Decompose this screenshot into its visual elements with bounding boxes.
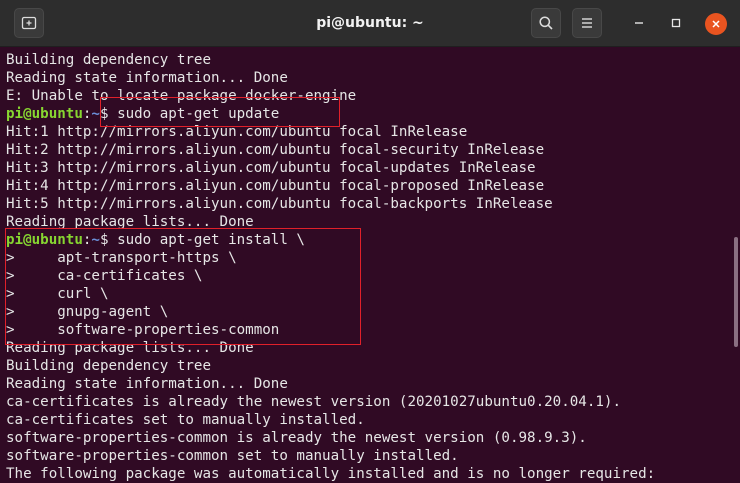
prompt-symbol: $	[99, 106, 118, 122]
search-button[interactable]	[531, 8, 561, 38]
new-tab-icon	[21, 16, 37, 30]
output-line: ca-certificates set to manually installe…	[6, 412, 365, 428]
prompt-symbol: $	[99, 232, 118, 248]
command-text: sudo apt-get install \	[117, 232, 305, 248]
prompt-path: ~	[91, 106, 100, 122]
prompt-user-host: pi@ubuntu	[6, 232, 83, 248]
output-line: > gnupg-agent \	[6, 304, 169, 320]
output-line: Hit:5 http://mirrors.aliyun.com/ubuntu f…	[6, 196, 553, 212]
command-text: sudo apt-get update	[117, 106, 280, 122]
new-tab-button[interactable]	[14, 8, 44, 38]
output-line: > ca-certificates \	[6, 268, 203, 284]
minimize-button[interactable]	[628, 12, 650, 34]
output-line: software-properties-common is already th…	[6, 430, 587, 446]
command-line: pi@ubuntu:~$ sudo apt-get update	[6, 105, 655, 123]
output-line: software-properties-common set to manual…	[6, 448, 459, 464]
search-icon	[539, 16, 553, 30]
output-line: Hit:3 http://mirrors.aliyun.com/ubuntu f…	[6, 160, 536, 176]
scrollbar[interactable]	[734, 237, 738, 347]
output-line: Building dependency tree	[6, 358, 211, 374]
output-line: Hit:1 http://mirrors.aliyun.com/ubuntu f…	[6, 124, 468, 140]
menu-button[interactable]	[572, 8, 602, 38]
output-line: E: Unable to locate package docker-engin…	[6, 88, 357, 104]
minimize-icon	[635, 22, 643, 24]
output-line: ca-certificates is already the newest ve…	[6, 394, 621, 410]
output-line: Hit:4 http://mirrors.aliyun.com/ubuntu f…	[6, 178, 545, 194]
output-line: > software-properties-common	[6, 322, 280, 338]
terminal-lines: Building dependency tree Reading state in…	[6, 51, 655, 483]
terminal-output[interactable]: Building dependency tree Reading state in…	[0, 47, 740, 483]
close-button[interactable]	[705, 13, 727, 35]
output-line: Reading state information... Done	[6, 376, 288, 392]
command-line: pi@ubuntu:~$ sudo apt-get install \	[6, 231, 655, 249]
title-bar: pi@ubuntu: ~	[0, 0, 740, 47]
close-icon	[712, 20, 720, 28]
output-line: Reading state information... Done	[6, 70, 288, 86]
prompt-path: ~	[91, 232, 100, 248]
output-line: Hit:2 http://mirrors.aliyun.com/ubuntu f…	[6, 142, 545, 158]
output-line: > apt-transport-https \	[6, 250, 237, 266]
maximize-button[interactable]	[665, 12, 687, 34]
output-line: The following package was automatically …	[6, 466, 656, 482]
hamburger-menu-icon	[582, 18, 592, 28]
output-line: Building dependency tree	[6, 52, 211, 68]
output-line: > curl \	[6, 286, 109, 302]
prompt-user-host: pi@ubuntu	[6, 106, 83, 122]
output-line: Reading package lists... Done	[6, 340, 254, 356]
maximize-icon	[671, 18, 681, 28]
output-line: Reading package lists... Done	[6, 214, 254, 230]
